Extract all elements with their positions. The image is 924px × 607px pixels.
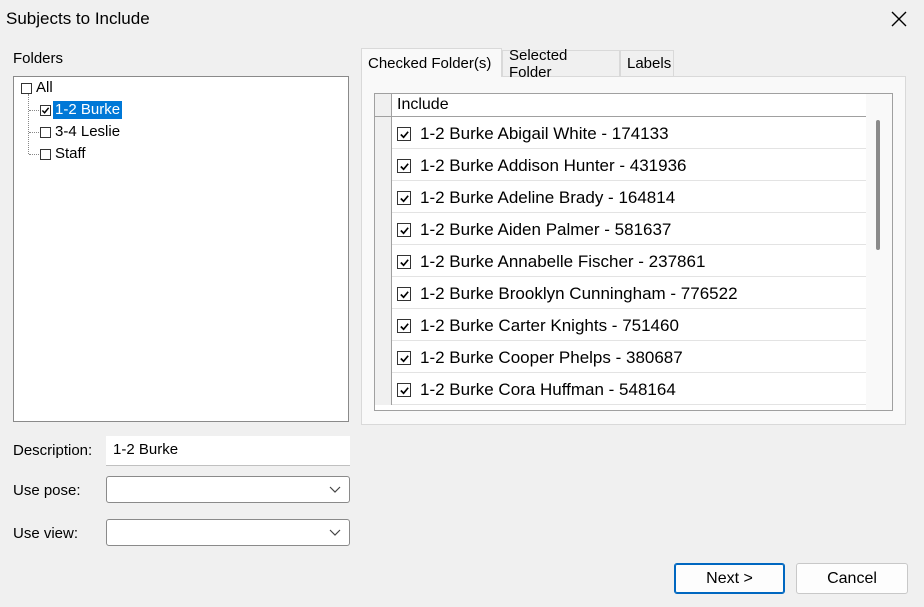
cancel-button[interactable]: Cancel: [796, 563, 908, 594]
title-bar: Subjects to Include: [0, 0, 924, 38]
checkbox-icon[interactable]: [21, 82, 32, 94]
tree-item-label: 1-2 Burke: [53, 101, 123, 119]
checkbox-checked-icon[interactable]: [397, 127, 411, 141]
row-label: 1-2 Burke Abigail White - 174133: [420, 124, 669, 143]
row-label: 1-2 Burke Annabelle Fischer - 237861: [420, 252, 706, 271]
row-label: 1-2 Burke Cora Huffman - 548164: [420, 380, 676, 399]
column-header-include[interactable]: Include: [397, 96, 449, 114]
table-row[interactable]: 1-2 Burke Addison Hunter - 431936: [375, 149, 867, 181]
row-header[interactable]: [375, 149, 392, 181]
checkbox-checked-icon[interactable]: [397, 255, 411, 269]
folders-label: Folders: [13, 50, 64, 67]
row-header[interactable]: [375, 309, 392, 341]
tree-item-all[interactable]: All: [21, 78, 55, 98]
row-label: 1-2 Burke Cooper Phelps - 380687: [420, 348, 683, 367]
tree-item-staff[interactable]: Staff: [40, 144, 88, 164]
checkbox-checked-icon[interactable]: [397, 191, 411, 205]
checkbox-checked-icon[interactable]: [397, 159, 411, 173]
scrollbar-thumb[interactable]: [876, 120, 880, 250]
tree-connector: [29, 132, 39, 133]
tree-connector: [29, 154, 39, 155]
chevron-down-icon: [329, 529, 341, 536]
row-header[interactable]: [375, 373, 392, 405]
vertical-scrollbar[interactable]: [866, 94, 892, 410]
tree-connector: [29, 110, 39, 111]
use-view-label: Use view:: [13, 525, 79, 542]
tree-item-label: 3-4 Leslie: [55, 123, 121, 140]
use-pose-select[interactable]: [106, 476, 350, 503]
checkbox-checked-icon[interactable]: [40, 104, 51, 116]
subjects-grid[interactable]: Include 1-2 Burke Abigail White - 174133…: [374, 93, 893, 411]
close-icon: [891, 11, 907, 27]
table-row[interactable]: 1-2 Burke Cooper Phelps - 380687: [375, 341, 867, 373]
row-header[interactable]: [375, 213, 392, 245]
row-label: 1-2 Burke Brooklyn Cunningham - 776522: [420, 284, 738, 303]
row-header[interactable]: [375, 277, 392, 309]
row-header[interactable]: [375, 245, 392, 277]
row-label: 1-2 Burke Aiden Palmer - 581637: [420, 220, 672, 239]
row-label: 1-2 Burke Carter Knights - 751460: [420, 316, 679, 335]
tree-item-3-4-leslie[interactable]: 3-4 Leslie: [40, 122, 122, 142]
checkbox-icon[interactable]: [40, 148, 51, 160]
row-header[interactable]: [375, 341, 392, 373]
table-row[interactable]: 1-2 Burke Adeline Brady - 164814: [375, 181, 867, 213]
grid-corner: [375, 94, 392, 116]
table-row[interactable]: 1-2 Burke Brooklyn Cunningham - 776522: [375, 277, 867, 309]
checkbox-checked-icon[interactable]: [397, 287, 411, 301]
table-row[interactable]: 1-2 Burke Abigail White - 174133: [375, 117, 867, 149]
table-row[interactable]: 1-2 Burke Cora Huffman - 548164: [375, 373, 867, 405]
chevron-down-icon: [329, 486, 341, 493]
row-header[interactable]: [375, 181, 392, 213]
checkbox-checked-icon[interactable]: [397, 383, 411, 397]
use-view-select[interactable]: [106, 519, 350, 546]
table-row[interactable]: 1-2 Burke Annabelle Fischer - 237861: [375, 245, 867, 277]
tab-checked-folders[interactable]: Checked Folder(s): [361, 48, 502, 77]
window-title: Subjects to Include: [6, 9, 150, 28]
tab-labels[interactable]: Labels: [620, 50, 674, 76]
row-label: 1-2 Burke Addison Hunter - 431936: [420, 156, 687, 175]
next-button[interactable]: Next >: [674, 563, 785, 594]
tree-connector: [28, 94, 29, 154]
tab-selected-folder[interactable]: Selected Folder: [502, 47, 620, 81]
description-label: Description:: [13, 442, 93, 459]
close-button[interactable]: [882, 4, 916, 34]
use-pose-label: Use pose:: [13, 482, 81, 499]
description-input[interactable]: 1-2 Burke: [106, 436, 350, 466]
checkbox-checked-icon[interactable]: [397, 319, 411, 333]
tree-item-label: Staff: [55, 145, 86, 162]
checkbox-checked-icon[interactable]: [397, 223, 411, 237]
row-header[interactable]: [375, 117, 392, 149]
tree-item-label: All: [36, 79, 53, 96]
row-label: 1-2 Burke Adeline Brady - 164814: [420, 188, 676, 207]
checkbox-checked-icon[interactable]: [397, 351, 411, 365]
tree-item-1-2-burke[interactable]: 1-2 Burke: [40, 100, 123, 120]
table-row[interactable]: 1-2 Burke Carter Knights - 751460: [375, 309, 867, 341]
checkbox-icon[interactable]: [40, 126, 51, 138]
table-row[interactable]: 1-2 Burke Aiden Palmer - 581637: [375, 213, 867, 245]
grid-header: Include: [375, 94, 867, 117]
